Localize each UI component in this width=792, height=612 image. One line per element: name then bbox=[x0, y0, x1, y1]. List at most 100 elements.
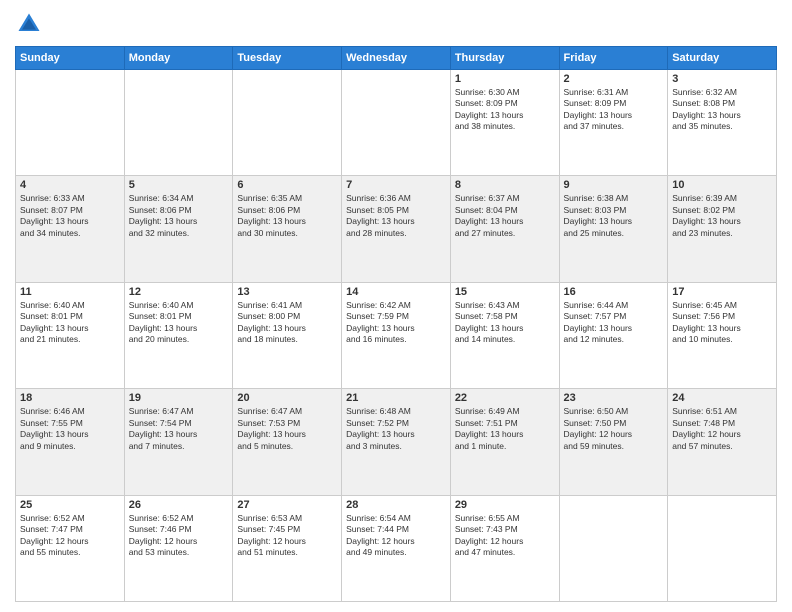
calendar-cell: 20 Sunrise: 6:47 AM Sunset: 7:53 PM Dayli… bbox=[233, 389, 342, 495]
day-number: 1 bbox=[455, 73, 555, 85]
day-info: Sunrise: 6:51 AM Sunset: 7:48 PM Dayligh… bbox=[672, 406, 772, 452]
day-info: Sunrise: 6:39 AM Sunset: 8:02 PM Dayligh… bbox=[672, 193, 772, 239]
day-info: Sunrise: 6:47 AM Sunset: 7:54 PM Dayligh… bbox=[129, 406, 229, 452]
calendar-cell bbox=[16, 70, 125, 176]
col-header-monday: Monday bbox=[124, 47, 233, 70]
day-number: 8 bbox=[455, 179, 555, 191]
calendar-cell: 27 Sunrise: 6:53 AM Sunset: 7:45 PM Dayli… bbox=[233, 495, 342, 601]
calendar-cell: 5 Sunrise: 6:34 AM Sunset: 8:06 PM Daylig… bbox=[124, 176, 233, 282]
calendar-cell bbox=[124, 70, 233, 176]
calendar-cell bbox=[668, 495, 777, 601]
day-info: Sunrise: 6:44 AM Sunset: 7:57 PM Dayligh… bbox=[564, 300, 664, 346]
calendar-cell: 13Sunrise: 6:41 AM Sunset: 8:00 PM Dayli… bbox=[233, 282, 342, 388]
day-number: 13 bbox=[237, 286, 337, 298]
header-row: SundayMondayTuesdayWednesdayThursdayFrid… bbox=[16, 47, 777, 70]
day-number: 27 bbox=[237, 499, 337, 511]
day-info: Sunrise: 6:42 AM Sunset: 7:59 PM Dayligh… bbox=[346, 300, 446, 346]
calendar-cell: 26 Sunrise: 6:52 AM Sunset: 7:46 PM Dayli… bbox=[124, 495, 233, 601]
day-number: 25 bbox=[20, 499, 120, 511]
calendar-table: SundayMondayTuesdayWednesdayThursdayFrid… bbox=[15, 46, 777, 602]
day-number: 19 bbox=[129, 392, 229, 404]
calendar-cell: 17 Sunrise: 6:45 AM Sunset: 7:56 PM Dayli… bbox=[668, 282, 777, 388]
day-number: 9 bbox=[564, 179, 664, 191]
day-number: 3 bbox=[672, 73, 772, 85]
day-number: 7 bbox=[346, 179, 446, 191]
day-number: 20 bbox=[237, 392, 337, 404]
day-number: 18 bbox=[20, 392, 120, 404]
day-number: 15 bbox=[455, 286, 555, 298]
day-number: 26 bbox=[129, 499, 229, 511]
calendar-cell: 12 Sunrise: 6:40 AM Sunset: 8:01 PM Dayli… bbox=[124, 282, 233, 388]
day-number: 11 bbox=[20, 286, 120, 298]
day-info: Sunrise: 6:37 AM Sunset: 8:04 PM Dayligh… bbox=[455, 193, 555, 239]
day-info: Sunrise: 6:45 AM Sunset: 7:56 PM Dayligh… bbox=[672, 300, 772, 346]
day-info: Sunrise: 6:46 AM Sunset: 7:55 PM Dayligh… bbox=[20, 406, 120, 452]
day-number: 21 bbox=[346, 392, 446, 404]
col-header-saturday: Saturday bbox=[668, 47, 777, 70]
calendar-cell: 9 Sunrise: 6:38 AM Sunset: 8:03 PM Daylig… bbox=[559, 176, 668, 282]
calendar-cell: 1 Sunrise: 6:30 AM Sunset: 8:09 PM Daylig… bbox=[450, 70, 559, 176]
week-row-5: 25 Sunrise: 6:52 AM Sunset: 7:47 PM Dayli… bbox=[16, 495, 777, 601]
day-info: Sunrise: 6:47 AM Sunset: 7:53 PM Dayligh… bbox=[237, 406, 337, 452]
calendar-cell: 18 Sunrise: 6:46 AM Sunset: 7:55 PM Dayli… bbox=[16, 389, 125, 495]
calendar-cell: 10 Sunrise: 6:39 AM Sunset: 8:02 PM Dayli… bbox=[668, 176, 777, 282]
calendar-cell: 24 Sunrise: 6:51 AM Sunset: 7:48 PM Dayli… bbox=[668, 389, 777, 495]
day-number: 14 bbox=[346, 286, 446, 298]
calendar-cell: 6Sunrise: 6:35 AM Sunset: 8:06 PM Daylig… bbox=[233, 176, 342, 282]
calendar-cell bbox=[559, 495, 668, 601]
day-number: 2 bbox=[564, 73, 664, 85]
calendar-cell bbox=[233, 70, 342, 176]
week-row-3: 11 Sunrise: 6:40 AM Sunset: 8:01 PM Dayli… bbox=[16, 282, 777, 388]
calendar-cell: 19 Sunrise: 6:47 AM Sunset: 7:54 PM Dayli… bbox=[124, 389, 233, 495]
day-info: Sunrise: 6:40 AM Sunset: 8:01 PM Dayligh… bbox=[20, 300, 120, 346]
day-number: 10 bbox=[672, 179, 772, 191]
calendar-cell: 16 Sunrise: 6:44 AM Sunset: 7:57 PM Dayli… bbox=[559, 282, 668, 388]
day-info: Sunrise: 6:30 AM Sunset: 8:09 PM Dayligh… bbox=[455, 87, 555, 133]
day-number: 29 bbox=[455, 499, 555, 511]
calendar-cell: 4 Sunrise: 6:33 AM Sunset: 8:07 PM Daylig… bbox=[16, 176, 125, 282]
day-number: 5 bbox=[129, 179, 229, 191]
col-header-wednesday: Wednesday bbox=[342, 47, 451, 70]
day-info: Sunrise: 6:43 AM Sunset: 7:58 PM Dayligh… bbox=[455, 300, 555, 346]
day-number: 17 bbox=[672, 286, 772, 298]
day-number: 12 bbox=[129, 286, 229, 298]
page: SundayMondayTuesdayWednesdayThursdayFrid… bbox=[0, 0, 792, 612]
week-row-4: 18 Sunrise: 6:46 AM Sunset: 7:55 PM Dayli… bbox=[16, 389, 777, 495]
day-info: Sunrise: 6:53 AM Sunset: 7:45 PM Dayligh… bbox=[237, 513, 337, 559]
day-info: Sunrise: 6:36 AM Sunset: 8:05 PM Dayligh… bbox=[346, 193, 446, 239]
calendar-cell: 28Sunrise: 6:54 AM Sunset: 7:44 PM Dayli… bbox=[342, 495, 451, 601]
day-info: Sunrise: 6:49 AM Sunset: 7:51 PM Dayligh… bbox=[455, 406, 555, 452]
day-info: Sunrise: 6:34 AM Sunset: 8:06 PM Dayligh… bbox=[129, 193, 229, 239]
calendar-cell: 25 Sunrise: 6:52 AM Sunset: 7:47 PM Dayli… bbox=[16, 495, 125, 601]
calendar-cell: 3Sunrise: 6:32 AM Sunset: 8:08 PM Daylig… bbox=[668, 70, 777, 176]
calendar-cell: 22 Sunrise: 6:49 AM Sunset: 7:51 PM Dayli… bbox=[450, 389, 559, 495]
col-header-friday: Friday bbox=[559, 47, 668, 70]
logo bbox=[15, 10, 47, 38]
day-info: Sunrise: 6:52 AM Sunset: 7:47 PM Dayligh… bbox=[20, 513, 120, 559]
day-info: Sunrise: 6:40 AM Sunset: 8:01 PM Dayligh… bbox=[129, 300, 229, 346]
day-number: 6 bbox=[237, 179, 337, 191]
day-number: 23 bbox=[564, 392, 664, 404]
day-info: Sunrise: 6:52 AM Sunset: 7:46 PM Dayligh… bbox=[129, 513, 229, 559]
col-header-sunday: Sunday bbox=[16, 47, 125, 70]
day-info: Sunrise: 6:50 AM Sunset: 7:50 PM Dayligh… bbox=[564, 406, 664, 452]
calendar-cell: 2 Sunrise: 6:31 AM Sunset: 8:09 PM Daylig… bbox=[559, 70, 668, 176]
calendar-cell: 29 Sunrise: 6:55 AM Sunset: 7:43 PM Dayli… bbox=[450, 495, 559, 601]
week-row-2: 4 Sunrise: 6:33 AM Sunset: 8:07 PM Daylig… bbox=[16, 176, 777, 282]
day-info: Sunrise: 6:33 AM Sunset: 8:07 PM Dayligh… bbox=[20, 193, 120, 239]
day-number: 22 bbox=[455, 392, 555, 404]
day-info: Sunrise: 6:55 AM Sunset: 7:43 PM Dayligh… bbox=[455, 513, 555, 559]
col-header-thursday: Thursday bbox=[450, 47, 559, 70]
day-number: 24 bbox=[672, 392, 772, 404]
day-number: 16 bbox=[564, 286, 664, 298]
day-info: Sunrise: 6:31 AM Sunset: 8:09 PM Dayligh… bbox=[564, 87, 664, 133]
day-info: Sunrise: 6:54 AM Sunset: 7:44 PM Dayligh… bbox=[346, 513, 446, 559]
header bbox=[15, 10, 777, 38]
calendar-cell: 15 Sunrise: 6:43 AM Sunset: 7:58 PM Dayli… bbox=[450, 282, 559, 388]
day-number: 4 bbox=[20, 179, 120, 191]
calendar-cell: 7 Sunrise: 6:36 AM Sunset: 8:05 PM Daylig… bbox=[342, 176, 451, 282]
day-info: Sunrise: 6:38 AM Sunset: 8:03 PM Dayligh… bbox=[564, 193, 664, 239]
col-header-tuesday: Tuesday bbox=[233, 47, 342, 70]
logo-icon bbox=[15, 10, 43, 38]
calendar-cell: 21Sunrise: 6:48 AM Sunset: 7:52 PM Dayli… bbox=[342, 389, 451, 495]
